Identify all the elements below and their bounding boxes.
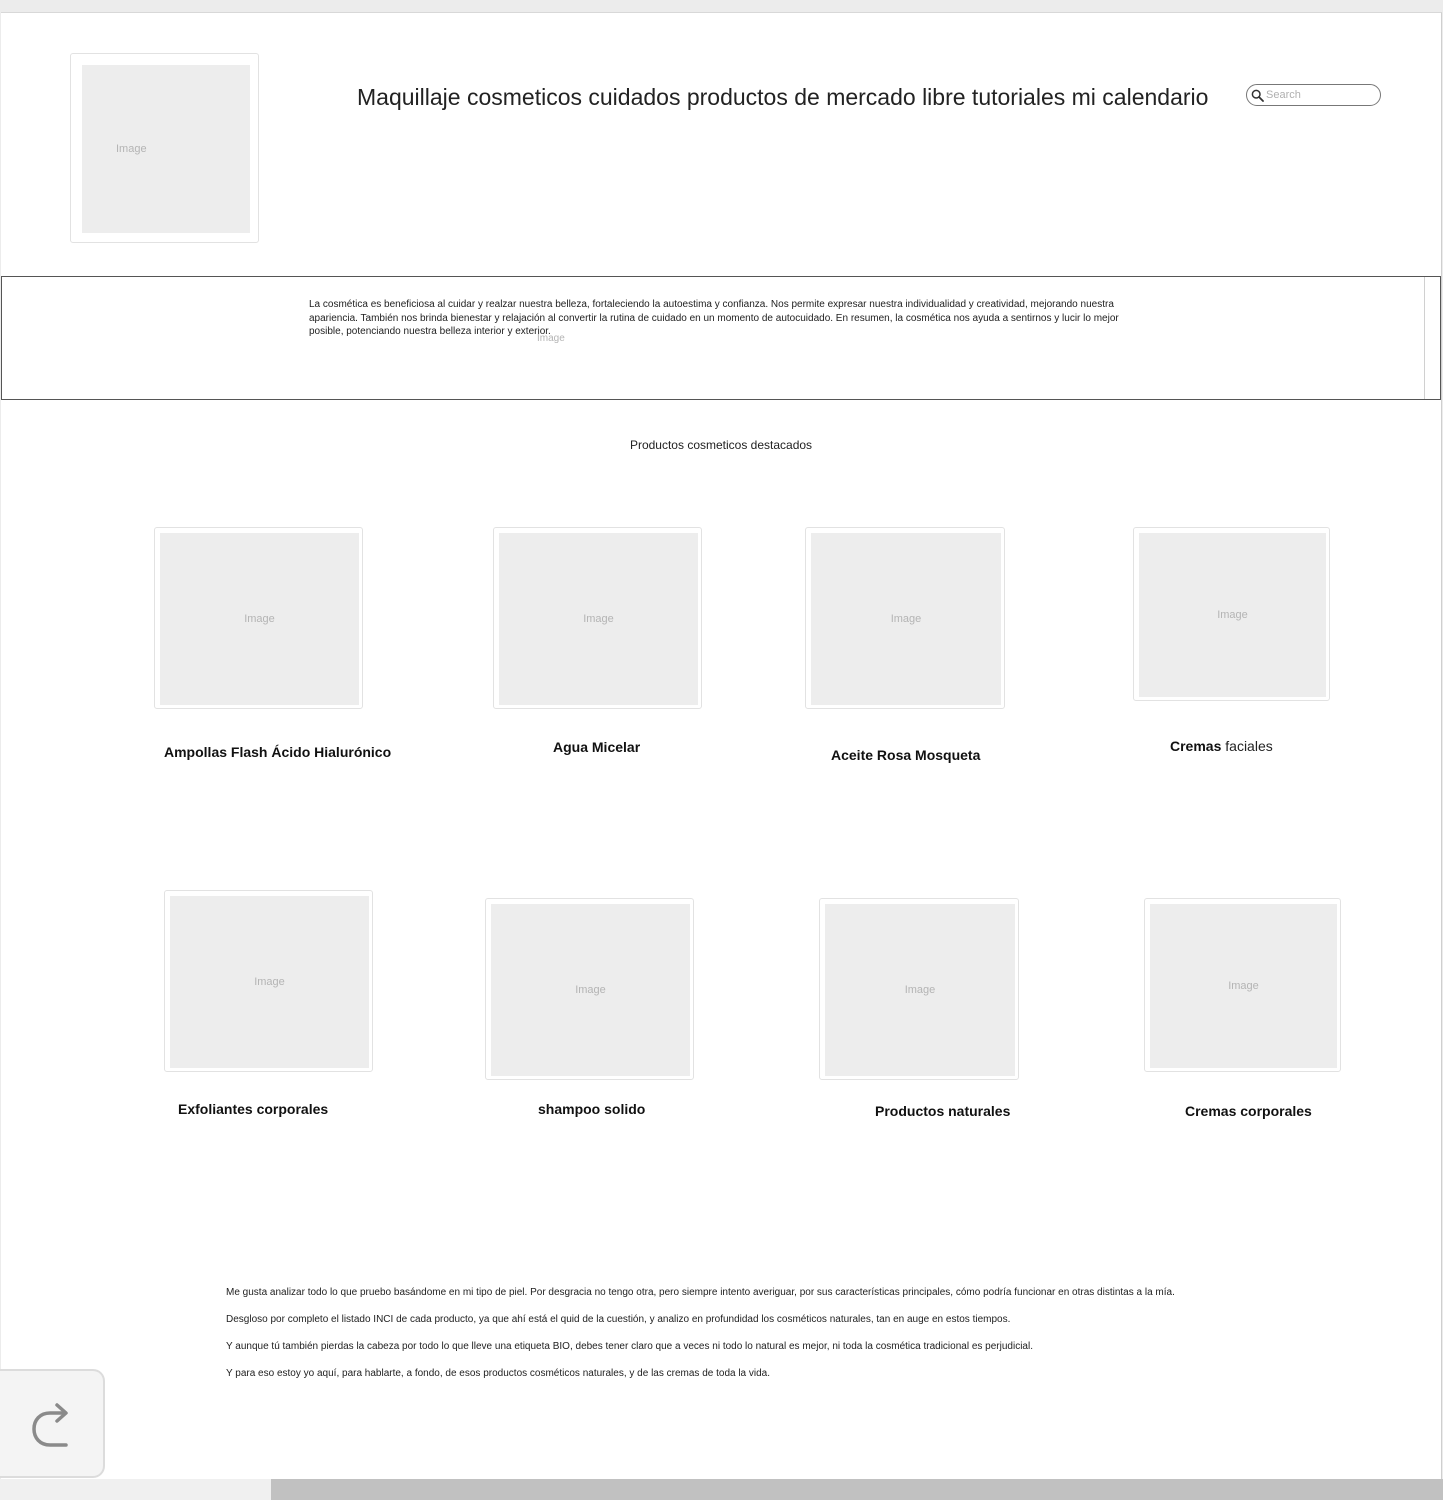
product-name[interactable]: Cremas faciales — [1170, 738, 1273, 754]
image-label: Image — [904, 984, 936, 996]
product-name[interactable]: shampoo solido — [538, 1101, 645, 1117]
search-box[interactable] — [1246, 84, 1381, 106]
product-image-placeholder: Image — [1150, 904, 1337, 1068]
product-name-rest: faciales — [1221, 738, 1273, 754]
logo-image: Image — [70, 53, 259, 243]
search-input[interactable] — [1266, 87, 1374, 103]
search-icon — [1251, 89, 1264, 102]
product-image-placeholder: Image — [491, 904, 690, 1076]
horizontal-scrollbar-thumb[interactable] — [271, 1479, 1443, 1500]
featured-heading: Productos cosmeticos destacados — [629, 438, 813, 452]
redo-button[interactable] — [0, 1369, 105, 1478]
image-label: Image — [1228, 980, 1259, 992]
product-image-placeholder: Image — [170, 896, 369, 1068]
page-canvas: Image Maquillaje cosmeticos cuidados pro… — [1, 12, 1442, 1479]
outro-paragraph: Y aunque tú también pierdas la cabeza po… — [226, 1341, 1033, 1352]
intro-image-placeholder: Image — [537, 333, 565, 344]
product-name-bold: Cremas — [1170, 738, 1222, 754]
image-label: Image — [1217, 609, 1248, 621]
product-image[interactable]: Image — [805, 527, 1005, 709]
outro-paragraph: Y para eso estoy yo aquí, para hablarte,… — [226, 1368, 771, 1379]
product-image[interactable]: Image — [164, 890, 373, 1072]
product-name[interactable]: Cremas corporales — [1185, 1103, 1312, 1119]
page-title: Maquillaje cosmeticos cuidados productos… — [357, 84, 1209, 110]
product-image[interactable]: Image — [819, 898, 1019, 1080]
outro-paragraph: Desgloso por completo el listado INCI de… — [226, 1314, 1011, 1325]
product-image-placeholder: Image — [811, 533, 1001, 705]
image-label: Image — [583, 613, 614, 625]
product-image[interactable]: Image — [1133, 527, 1330, 701]
image-label: Image — [244, 613, 275, 625]
product-image-placeholder: Image — [1139, 533, 1326, 697]
product-name[interactable]: Ampollas Flash Ácido Hialurónico — [164, 744, 391, 760]
outro-text: Me gusta analizar todo lo que pruebo bas… — [226, 1287, 1306, 1395]
image-label: Image — [254, 976, 285, 988]
product-image-placeholder: Image — [499, 533, 698, 705]
product-name[interactable]: Agua Micelar — [553, 739, 640, 755]
logo-image-placeholder: Image — [82, 65, 250, 233]
product-image-placeholder: Image — [825, 904, 1015, 1076]
product-image[interactable]: Image — [154, 527, 363, 709]
intro-scrollbar[interactable] — [1424, 277, 1440, 399]
product-image-placeholder: Image — [160, 533, 359, 705]
redo-icon — [32, 1403, 68, 1447]
product-image[interactable]: Image — [1144, 898, 1341, 1072]
intro-text: La cosmética es beneficiosa al cuidar y … — [309, 299, 1119, 337]
logo-image-label: Image — [116, 143, 147, 155]
product-name[interactable]: Exfoliantes corporales — [178, 1101, 328, 1117]
product-image[interactable]: Image — [485, 898, 694, 1080]
product-name[interactable]: Productos naturales — [875, 1103, 1010, 1119]
product-name[interactable]: Aceite Rosa Mosqueta — [831, 747, 980, 763]
product-image[interactable]: Image — [493, 527, 702, 709]
outro-paragraph: Me gusta analizar todo lo que pruebo bas… — [226, 1287, 1175, 1298]
image-label: Image — [575, 984, 606, 996]
image-label: Image — [890, 613, 922, 625]
intro-panel: La cosmética es beneficiosa al cuidar y … — [1, 276, 1441, 400]
